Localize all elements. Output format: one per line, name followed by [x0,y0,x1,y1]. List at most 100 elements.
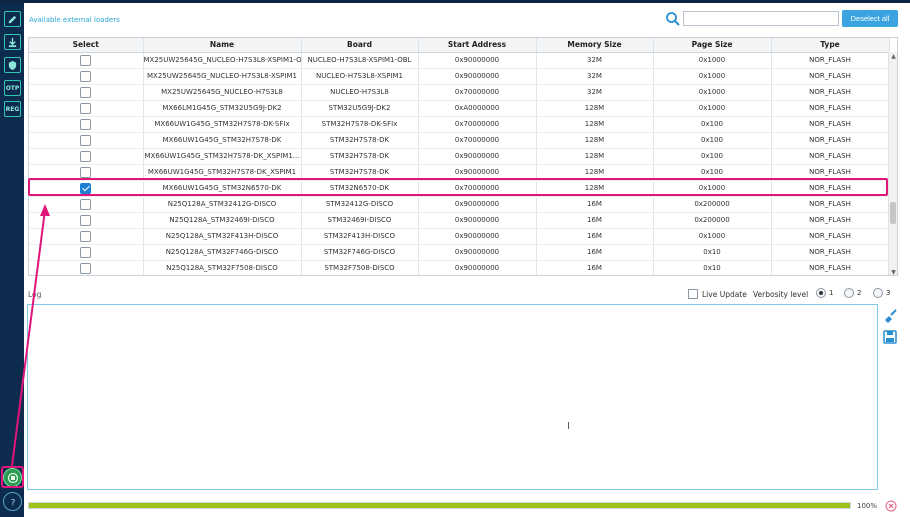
verbosity-label: Verbosity level [753,290,809,299]
table-row[interactable]: N25Q128A_STM32F413H-DISCO STM32F413H-DISC… [29,228,890,245]
cell-type: NOR_FLASH [771,244,890,261]
select-checkbox[interactable] [80,70,92,82]
cell-memory-size: 16M [536,212,654,229]
select-checkbox[interactable] [80,134,92,146]
log-output[interactable] [27,304,878,490]
sidebar-item-label: REG [5,105,20,113]
cell-type: NOR_FLASH [771,68,890,85]
cell-board: STM32H7S78-DK [301,132,419,149]
select-checkbox[interactable] [80,246,92,258]
table-row[interactable]: MX25UW25645G_NUCLEO-H7S3L8-XSPIM1 NUCLEO-… [29,68,890,85]
log-label: Log [28,290,42,299]
deselect-all-button[interactable]: Deselect all [842,10,898,27]
column-header-type[interactable]: Type [771,38,890,53]
text-cursor-icon: I [567,421,570,432]
radio-label: 1 [829,289,834,297]
sidebar-item-reg[interactable]: REG [4,101,21,117]
cell-select [29,148,144,165]
search-icon[interactable] [665,11,681,27]
cell-page-size: 0x100 [653,148,772,165]
column-header-name[interactable]: Name [143,38,302,53]
cell-start-address: 0x70000000 [418,132,537,149]
table-row[interactable]: N25Q128A_STM32412G-DISCO STM32412G-DISCO 0… [29,196,890,213]
cell-type: NOR_FLASH [771,196,890,213]
cell-type: NOR_FLASH [771,132,890,149]
cell-page-size: 0x200000 [653,196,772,213]
radio-dot[interactable] [844,288,854,298]
cell-name: MX66UW1G45G_STM32H7S78-DK [143,132,302,149]
verbosity-radio-2[interactable]: 2 [844,288,861,298]
cell-start-address: 0x90000000 [418,228,537,245]
cell-memory-size: 16M [536,196,654,213]
cell-board: STM32469I-DISCO [301,212,419,229]
cell-memory-size: 16M [536,244,654,261]
main-panel: Available external loaders Deselect all … [24,3,910,517]
table-row[interactable]: MX66UW1G45G_STM32H7S78-DK_XSPIM1... STM32… [29,148,890,165]
scroll-thumb[interactable] [890,202,896,224]
cell-select [29,228,144,245]
cell-start-address: 0xA0000000 [418,100,537,117]
table-row[interactable]: N25Q128A_STM32469I-DISCO STM32469I-DISCO 0… [29,212,890,229]
select-checkbox[interactable] [80,262,92,274]
radio-dot[interactable] [816,288,826,298]
table-row[interactable]: MX66UW1G45G_STM32H7S78-DK STM32H7S78-DK 0x… [29,132,890,149]
select-checkbox[interactable] [80,214,92,226]
search-input[interactable] [683,11,839,26]
cell-name: N25Q128A_STM32F413H-DISCO [143,228,302,245]
select-checkbox[interactable] [80,166,92,178]
table-row[interactable]: MX66LM1G45G_STM32U5G9J-DK2 STM32U5G9J-DK2… [29,100,890,117]
select-checkbox[interactable] [80,230,92,242]
table-scrollbar[interactable]: ▲ ▼ [888,52,897,275]
cell-board: STM32F413H-DISCO [301,228,419,245]
verbosity-radio-3[interactable]: 3 [873,288,890,298]
live-update-checkbox[interactable] [688,289,698,299]
sidebar-item-otp[interactable]: OTP [4,80,21,96]
cell-page-size: 0x1000 [653,84,772,101]
select-checkbox[interactable] [80,54,92,66]
table-row[interactable]: N25Q128A_STM32F746G-DISCO STM32F746G-DISC… [29,244,890,261]
cell-name: MX66LM1G45G_STM32U5G9J-DK2 [143,100,302,117]
table-row[interactable]: MX25UW25645G_NUCLEO-H7S3L8-XSPIM1-OBL NUC… [29,52,890,69]
cell-start-address: 0x90000000 [418,244,537,261]
verbosity-radio-1[interactable]: 1 [816,288,833,298]
column-header-select[interactable]: Select [29,38,144,53]
column-header-start-address[interactable]: Start Address [418,38,537,53]
live-update-toggle[interactable]: Live Update [688,289,747,299]
cell-page-size: 0x100 [653,132,772,149]
sidebar-item-download[interactable] [4,34,21,50]
column-header-memory-size[interactable]: Memory Size [536,38,654,53]
highlight-box-selected-row [28,178,888,196]
select-checkbox[interactable] [80,198,92,210]
cancel-icon[interactable] [885,500,897,512]
select-checkbox[interactable] [80,102,92,114]
table-row[interactable]: MX66UW1G45G_STM32H7S78-DK-SFIx STM32H7S78… [29,116,890,133]
save-log-icon[interactable] [882,329,898,345]
svg-text:?: ? [10,498,15,508]
select-checkbox[interactable] [80,118,92,130]
select-checkbox[interactable] [80,86,92,98]
cell-type: NOR_FLASH [771,228,890,245]
sidebar-item-help[interactable]: ? [3,492,22,511]
radio-dot[interactable] [873,288,883,298]
table-row[interactable]: MX25UW25645G_NUCLEO-H7S3L8 NUCLEO-H7S3L8 0… [29,84,890,101]
cell-select [29,68,144,85]
cell-page-size: 0x100 [653,116,772,133]
scroll-down-icon[interactable]: ▼ [889,268,897,275]
clear-log-icon[interactable] [882,307,898,323]
cell-memory-size: 32M [536,84,654,101]
sidebar-item-edit[interactable] [4,11,21,27]
sidebar-item-security[interactable] [4,57,21,73]
column-header-page-size[interactable]: Page Size [653,38,772,53]
cell-board: NUCLEO-H7S3L8-XSPIM1-OBL [301,52,419,69]
cell-board: NUCLEO-H7S3L8-XSPIM1 [301,68,419,85]
cell-type: NOR_FLASH [771,116,890,133]
scroll-up-icon[interactable]: ▲ [889,52,897,61]
column-header-board[interactable]: Board [301,38,419,53]
cell-name: N25Q128A_STM32469I-DISCO [143,212,302,229]
select-checkbox[interactable] [80,150,92,162]
cell-type: NOR_FLASH [771,212,890,229]
cell-start-address: 0x90000000 [418,68,537,85]
cell-page-size: 0x10 [653,260,772,275]
table-row[interactable]: N25Q128A_STM32F7508-DISCO STM32F7508-DISC… [29,260,890,275]
cell-page-size: 0x1000 [653,100,772,117]
